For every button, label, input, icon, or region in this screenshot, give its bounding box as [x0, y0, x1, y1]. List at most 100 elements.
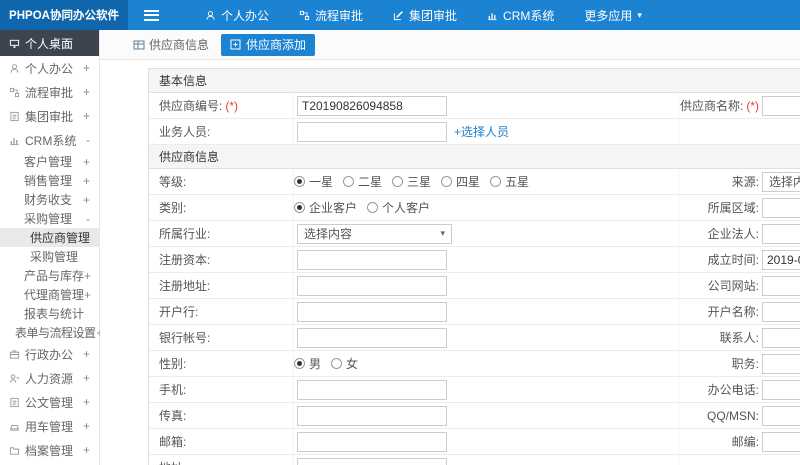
level-option-4[interactable]: 四星 — [441, 173, 480, 190]
sidebar-item-product-inventory[interactable]: 产品与库存 + — [0, 266, 99, 285]
document-icon — [10, 111, 19, 121]
supplier-code-label: 供应商编号: — [159, 99, 223, 113]
sidebar-item-procurement[interactable]: 采购管理 — [0, 247, 99, 266]
sidebar-item-purchase-mgmt[interactable]: 采购管理 - — [0, 209, 99, 228]
level-option-2[interactable]: 二星 — [343, 173, 382, 190]
sidebar-item-group-approval[interactable]: 集团审批 + — [0, 104, 99, 128]
gender-option-female[interactable]: 女 — [331, 355, 358, 372]
content: 基本信息 供应商编号:(*) 供应商名称:(*) 业务人员: +选择人员 供应商… — [100, 60, 800, 465]
supplier-name-input[interactable] — [762, 95, 800, 116]
level-option-3[interactable]: 三星 — [392, 173, 431, 190]
sidebar-item-sales-mgmt[interactable]: 销售管理 + — [0, 171, 99, 190]
hamburger-menu-icon[interactable] — [144, 9, 159, 21]
address-input[interactable] — [297, 457, 447, 465]
zip-input[interactable] — [762, 431, 800, 452]
form-row-address: 地址: — [149, 455, 800, 465]
capital-label: 注册资本: — [159, 253, 211, 267]
folder-icon — [9, 446, 20, 455]
legal-person-input[interactable] — [762, 223, 800, 244]
website-label: 公司网站: — [707, 279, 759, 293]
form-row-capital-founded: 注册资本: 成立时间: — [149, 247, 800, 273]
region-input[interactable] — [762, 197, 800, 218]
category-option-company[interactable]: 企业客户 — [294, 199, 357, 216]
sidebar-item-archives[interactable]: 档案管理 + — [0, 438, 99, 462]
form-row-email-zip: 邮箱: 邮编: — [149, 429, 800, 455]
industry-label: 所属行业: — [159, 227, 211, 241]
website-input[interactable] — [762, 275, 800, 296]
bank-input[interactable] — [297, 301, 447, 322]
sidebar-item-customer-mgmt[interactable]: 客户管理 + — [0, 152, 99, 171]
required-mark: (*) — [746, 98, 759, 113]
gender-label: 性别: — [159, 357, 187, 371]
qq-msn-input[interactable] — [762, 405, 800, 426]
fax-label: 传真: — [159, 409, 187, 423]
sidebar-item-form-flow-settings[interactable]: 表单与流程设置+ — [0, 323, 103, 342]
zip-label: 邮编: — [731, 435, 759, 449]
sidebar-item-official-docs[interactable]: 公文管理 + — [0, 390, 99, 414]
category-option-personal[interactable]: 个人客户 — [367, 199, 430, 216]
founded-date-input[interactable] — [762, 249, 800, 270]
form-row-bank-accountname: 开户行: 开户名称: — [149, 299, 800, 325]
radio-icon — [343, 176, 355, 187]
bank-account-input[interactable] — [297, 327, 447, 348]
region-label: 所属区域: — [707, 201, 759, 215]
contact-input[interactable] — [762, 327, 800, 348]
sidebar-item-process-approval[interactable]: 流程审批 + — [0, 80, 99, 104]
sidebar-item-personal-office[interactable]: 个人办公 + — [0, 56, 99, 80]
form-row-gender-position: 性别: 男 女 职务: — [149, 351, 800, 377]
sidebar-item-finance[interactable]: 财务收支 + — [0, 190, 99, 209]
office-phone-input[interactable] — [762, 379, 800, 400]
nav-more-apps[interactable]: 更多应用 ▾ — [584, 7, 642, 24]
staff-input[interactable] — [297, 121, 447, 142]
founded-label: 成立时间: — [707, 253, 759, 267]
qq-msn-label: QQ/MSN: — [706, 408, 759, 423]
level-option-1[interactable]: 一星 — [294, 173, 333, 190]
capital-input[interactable] — [297, 249, 447, 270]
industry-select[interactable]: 选择内容 ▾ — [297, 223, 452, 244]
sidebar-item-agent-mgmt[interactable]: 代理商管理 + — [0, 285, 99, 304]
form-row-bankaccount-contact: 银行帐号: 联系人: — [149, 325, 800, 351]
tab-supplier-add[interactable]: 供应商添加 — [221, 33, 316, 56]
reg-address-input[interactable] — [297, 275, 447, 296]
form-row-level-source: 等级: 一星 二星 三星 四星 五星 来源: 选择内容▾ — [149, 169, 800, 195]
sidebar-item-vehicle-mgmt[interactable]: 用车管理 + — [0, 414, 99, 438]
category-label: 类别: — [159, 201, 187, 215]
flow-icon — [299, 10, 310, 20]
document-icon — [10, 397, 19, 407]
add-grid-icon — [230, 39, 241, 50]
nav-group-approval[interactable]: 集团审批 — [393, 7, 457, 24]
required-mark: (*) — [225, 98, 239, 113]
sidebar-item-supplier-mgmt[interactable]: 供应商管理 — [0, 228, 99, 247]
email-input[interactable] — [297, 431, 447, 452]
sidebar-item-reports[interactable]: 报表与统计 — [0, 304, 99, 323]
supplier-code-input[interactable] — [297, 95, 447, 116]
account-name-input[interactable] — [762, 301, 800, 322]
mobile-input[interactable] — [297, 379, 447, 400]
nav-crm-system[interactable]: CRM系统 — [487, 7, 554, 24]
sidebar-item-hr[interactable]: 人力资源 + — [0, 366, 99, 390]
nav-process-approval[interactable]: 流程审批 — [299, 7, 363, 24]
bank-account-label: 银行帐号: — [159, 331, 211, 345]
bank-label: 开户行: — [159, 305, 199, 319]
staff-label: 业务人员: — [159, 125, 211, 139]
source-select[interactable]: 选择内容▾ — [762, 171, 800, 192]
flow-icon — [9, 87, 20, 97]
tab-supplier-info[interactable]: 供应商信息 — [133, 36, 209, 53]
form-row-mobile-phone: 手机: 办公电话: — [149, 377, 800, 403]
nav-personal-office[interactable]: 个人办公 — [205, 7, 269, 24]
mobile-label: 手机: — [159, 383, 187, 397]
sidebar-item-desktop[interactable]: 个人桌面 — [0, 30, 99, 56]
user-icon — [10, 63, 19, 73]
sidebar-item-crm-system[interactable]: CRM系统 - — [0, 128, 99, 152]
fax-input[interactable] — [297, 405, 447, 426]
position-label: 职务: — [731, 357, 759, 371]
desktop-icon — [9, 39, 20, 48]
sidebar-item-admin-office[interactable]: 行政办公 + — [0, 342, 99, 366]
section-basic-info: 基本信息 — [149, 69, 800, 93]
people-icon — [9, 373, 20, 383]
radio-icon — [367, 202, 379, 213]
position-input[interactable] — [762, 353, 800, 374]
level-option-5[interactable]: 五星 — [490, 173, 529, 190]
gender-option-male[interactable]: 男 — [294, 355, 321, 372]
choose-staff-link[interactable]: +选择人员 — [454, 123, 509, 140]
